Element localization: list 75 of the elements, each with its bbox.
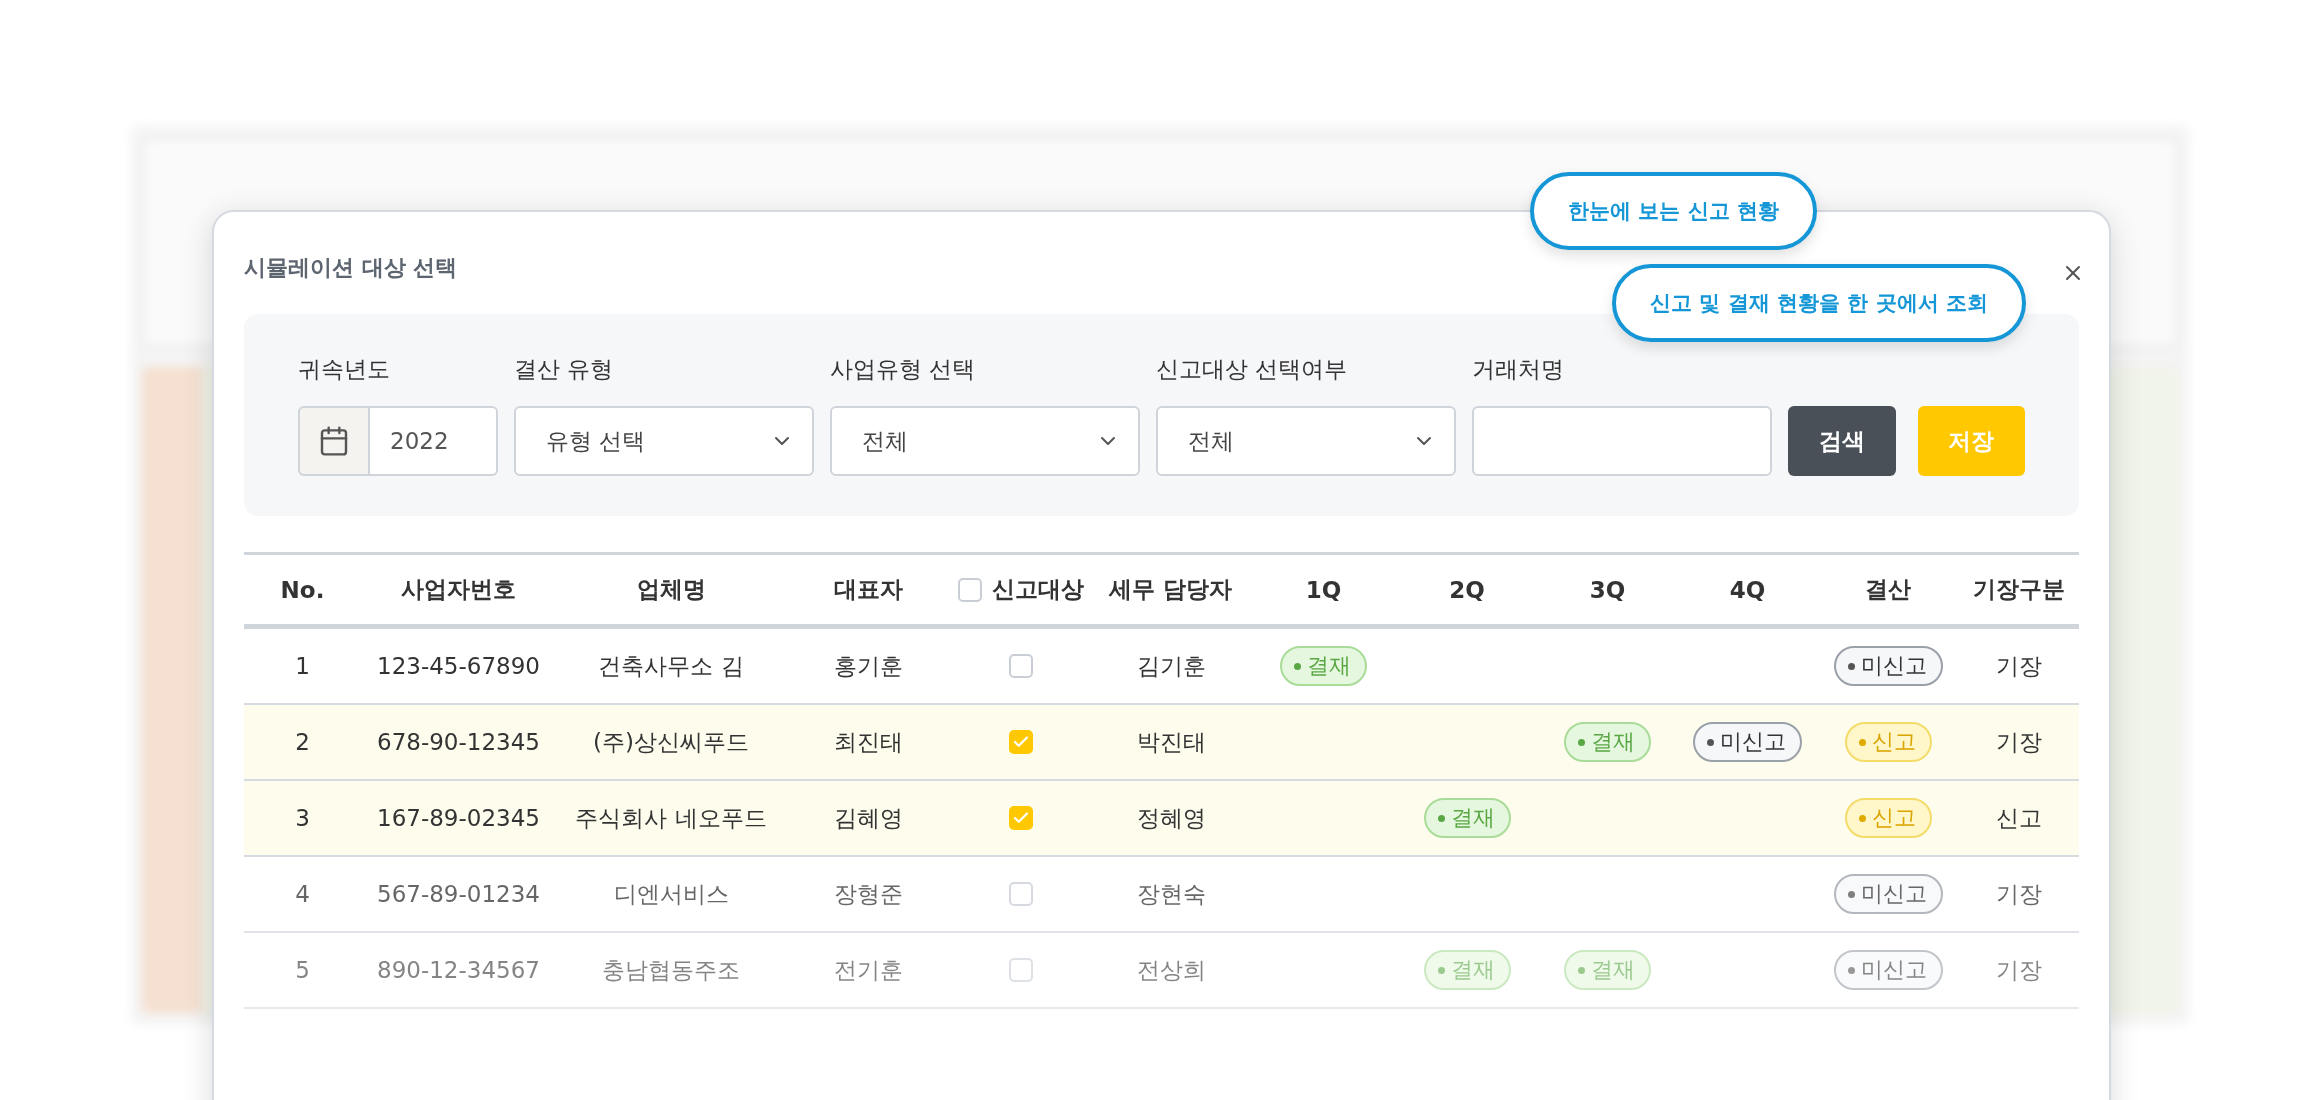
table-cell-text: 최진태	[834, 727, 903, 757]
search-button[interactable]: 검색	[1788, 406, 1896, 476]
table-cell-text: 장형준	[834, 879, 903, 909]
field-label: 사업유형 선택	[830, 355, 977, 384]
status-badge: 미신고	[1833, 874, 1943, 914]
status-badge: 미신고	[1833, 950, 1943, 990]
table-cell: 890-12-34567	[377, 957, 540, 983]
table-cell: 5	[295, 957, 310, 983]
status-badge: 결재	[1564, 950, 1651, 990]
status-badge: 결재	[1423, 950, 1511, 990]
column-header: 기장구분	[1972, 575, 2065, 604]
table-cell: 3	[295, 805, 310, 831]
table-cell-text: 신고	[1995, 803, 2042, 833]
status-badge: 미신고	[1693, 722, 1802, 762]
column-header: 사업자번호	[401, 575, 516, 604]
column-header: 결산	[1865, 575, 1911, 604]
column-header: 업체명	[636, 575, 706, 604]
select-dropdown[interactable]: 전체	[1156, 406, 1456, 476]
table-cell: 123-45-67890	[377, 653, 540, 679]
field-label: 귀속년도	[298, 355, 391, 384]
partner-name-input[interactable]	[1472, 406, 1772, 476]
table-cell-text: 김혜영	[834, 803, 903, 833]
table-cell-text: 기장	[1995, 955, 2042, 985]
table-cell: 1	[295, 653, 310, 679]
table-cell-text: 전상희	[1136, 955, 1206, 985]
table-cell-text: 장현숙	[1136, 879, 1206, 909]
status-badge: 신고	[1844, 722, 1932, 762]
table-cell-text: 김기훈	[1136, 651, 1206, 681]
status-badge: 미신고	[1833, 646, 1943, 686]
table-cell-text: 기장	[1995, 879, 2042, 909]
table-cell-text: 홍기훈	[834, 651, 903, 681]
table-cell: 167-89-02345	[377, 805, 540, 831]
status-badge: 신고	[1844, 798, 1932, 838]
table-cell-text: 기장	[1995, 727, 2042, 757]
table-cell: 2	[295, 729, 310, 755]
callout-bubble: 한눈에 보는 신고 현황	[1530, 172, 1817, 250]
modal-title: 시뮬레이션 대상 선택	[244, 254, 458, 282]
status-badge: 결재	[1280, 646, 1367, 686]
callout-bubble: 신고 및 결재 현황을 한 곳에서 조회	[1612, 264, 2026, 342]
select-dropdown[interactable]: 전체	[830, 406, 1140, 476]
table-cell-text: 전기훈	[834, 955, 903, 985]
table-cell-text: 박진태	[1136, 727, 1206, 757]
field-label: 신고대상 선택여부	[1156, 355, 1349, 384]
select-dropdown[interactable]: 유형 선택	[514, 406, 814, 476]
calendar-icon	[318, 425, 350, 457]
calendar-button[interactable]	[298, 406, 370, 476]
column-header: 1Q	[1305, 576, 1342, 603]
field-label: 결산 유형	[514, 355, 615, 384]
column-header: 4Q	[1729, 576, 1766, 603]
field-label: 거래처명	[1472, 355, 1565, 384]
checkbox[interactable]	[1009, 806, 1033, 830]
column-header: 2Q	[1449, 576, 1485, 603]
checkbox[interactable]	[1009, 730, 1033, 754]
table-cell: 678-90-12345	[377, 729, 540, 755]
checkbox[interactable]	[1009, 882, 1033, 906]
table-cell-text: 충남협동주조	[602, 955, 740, 985]
table-cell-text: 정혜영	[1136, 803, 1206, 833]
status-badge: 결재	[1564, 722, 1651, 762]
table-cell-text: 건축사무소 김	[598, 651, 744, 681]
column-header: 신고대상	[992, 575, 1084, 604]
table-cell: 567-89-01234	[377, 881, 540, 907]
table-cell-text: 기장	[1995, 651, 2042, 681]
column-header: 세무 담당자	[1109, 575, 1233, 604]
checkbox[interactable]	[1009, 654, 1033, 678]
table-cell-text: (주)상신씨푸드	[593, 727, 749, 757]
table-cell-text: 주식회사 네오푸드	[575, 803, 767, 833]
table-cell: 4	[295, 881, 310, 907]
column-header: 3Q	[1589, 576, 1626, 603]
status-badge: 결재	[1423, 798, 1511, 838]
column-header: 대표자	[834, 575, 903, 604]
column-header: No.	[280, 576, 325, 603]
year-input[interactable]: 2022	[370, 406, 498, 476]
table-cell-text: 디엔서비스	[613, 879, 729, 909]
checkbox[interactable]	[1009, 958, 1033, 982]
checkbox[interactable]	[958, 577, 982, 602]
